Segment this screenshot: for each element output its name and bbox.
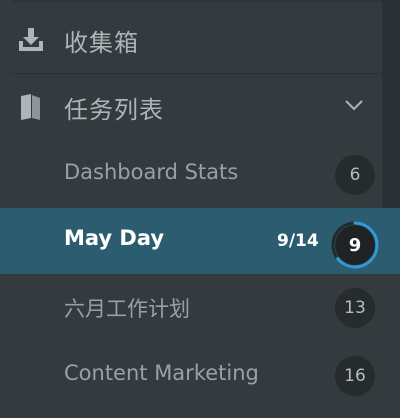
list-item-dashboard-stats[interactable]: Dashboard Stats 6 bbox=[0, 142, 400, 208]
list-item-label: Dashboard Stats bbox=[64, 160, 239, 184]
count-badge: 16 bbox=[335, 356, 375, 396]
list-item-label: 六月工作计划 bbox=[64, 297, 190, 321]
progress-ring: 9 bbox=[331, 221, 379, 269]
task-list-label: 任务列表 bbox=[64, 95, 164, 124]
progress-text: 9/14 bbox=[277, 231, 319, 251]
inbox-label: 收集箱 bbox=[64, 28, 139, 57]
sidebar-section-task-list[interactable]: 任务列表 bbox=[0, 75, 382, 139]
count-badge: 9 bbox=[335, 225, 375, 265]
count-badge: 6 bbox=[335, 155, 375, 195]
top-divider bbox=[12, 0, 382, 2]
list-item-label: May Day bbox=[64, 226, 165, 250]
section-divider bbox=[12, 73, 382, 74]
count-badge: 13 bbox=[335, 288, 375, 328]
sidebar: 收集箱 任务列表 Dashboard Stats 6 May Day 9/14 bbox=[0, 0, 400, 418]
chevron-down-icon[interactable] bbox=[344, 97, 364, 111]
list-item-may-day[interactable]: May Day 9/14 9 bbox=[0, 208, 400, 274]
list-item-june-plan[interactable]: 六月工作计划 13 bbox=[0, 275, 400, 341]
list-item-content-marketing[interactable]: Content Marketing 16 bbox=[0, 343, 400, 409]
download-tray-icon bbox=[14, 23, 48, 57]
list-item-label: Content Marketing bbox=[64, 361, 259, 385]
book-icon bbox=[14, 90, 48, 124]
sidebar-item-inbox[interactable]: 收集箱 bbox=[0, 8, 382, 72]
